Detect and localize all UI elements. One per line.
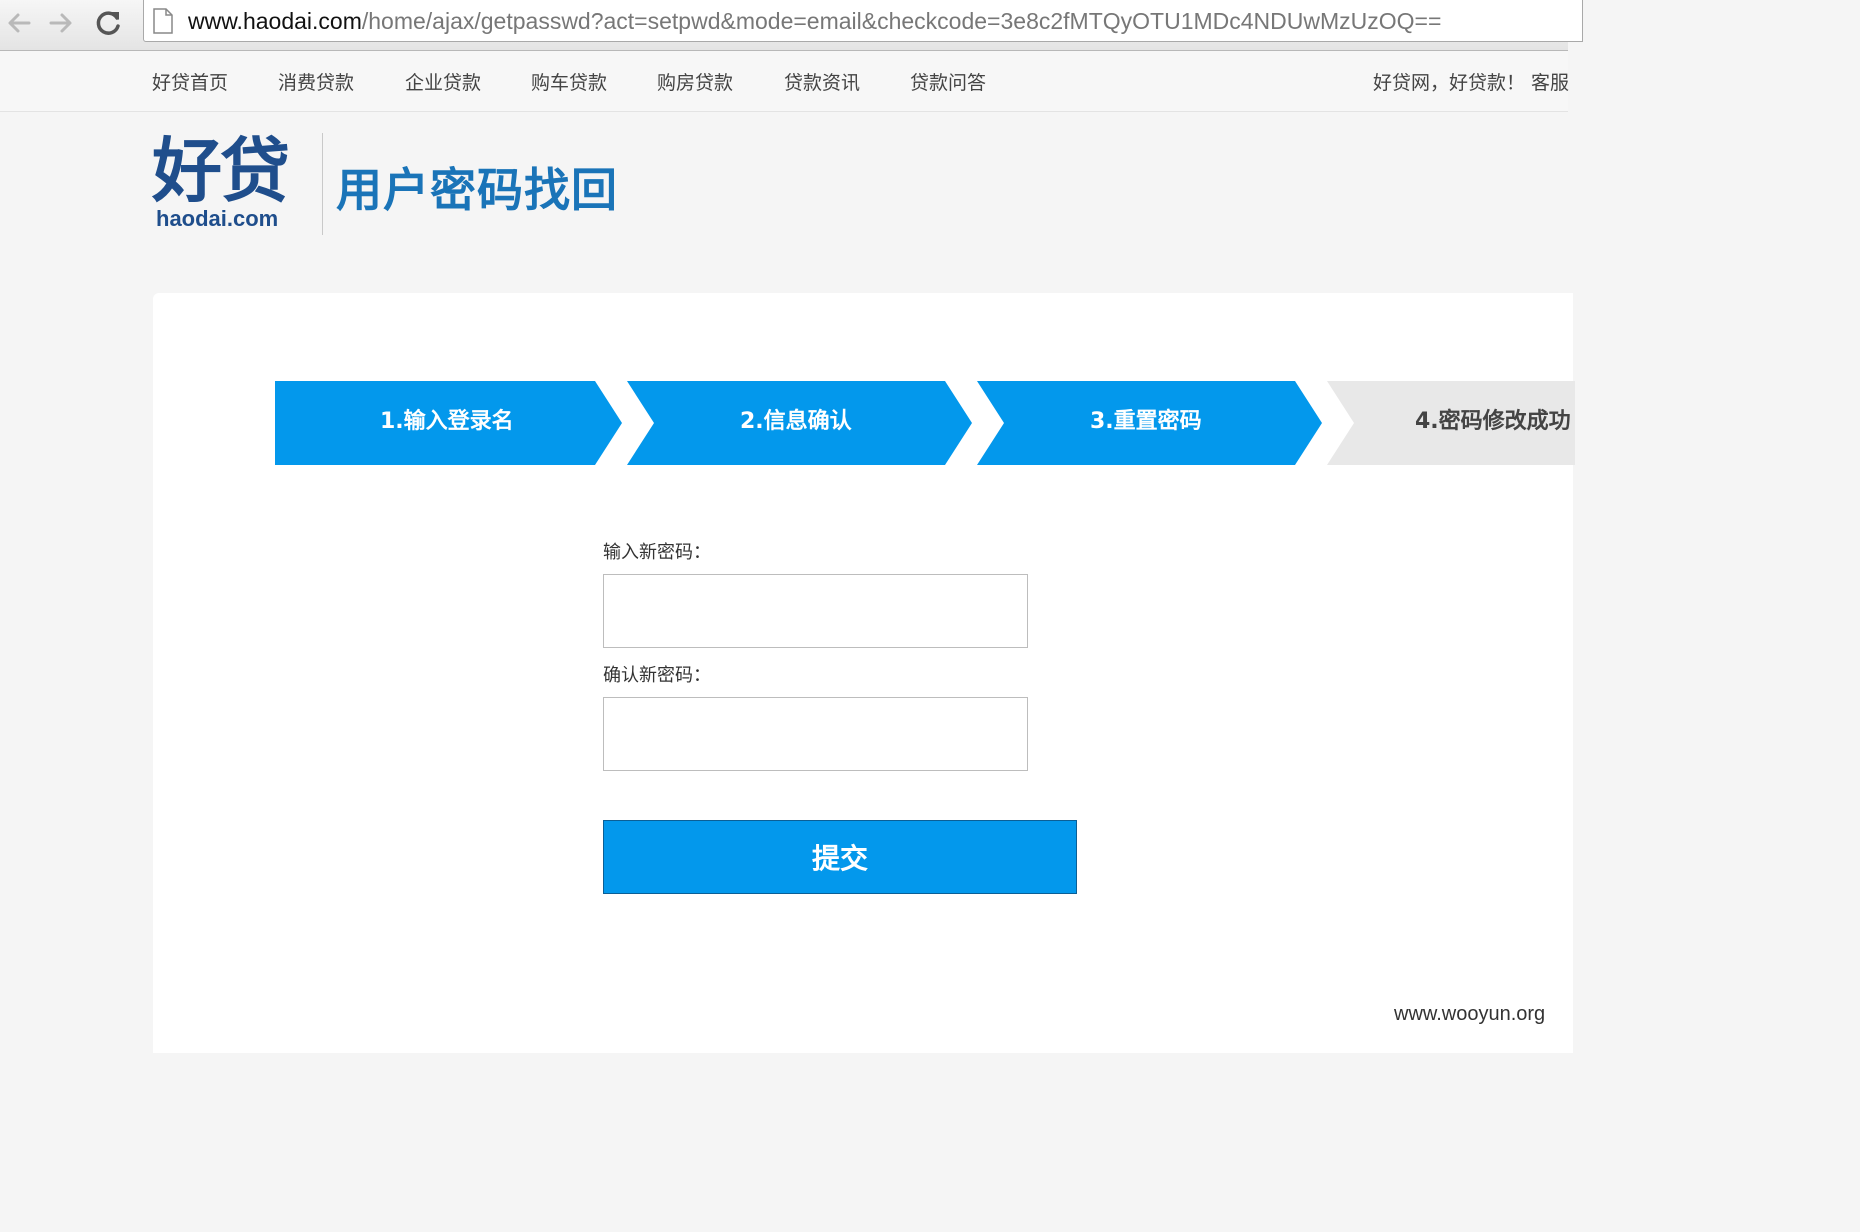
nav-link-mortgage[interactable]: 购房贷款 <box>657 68 733 95</box>
url-host: www.haodai.com <box>188 8 362 34</box>
submit-button[interactable]: 提交 <box>603 820 1077 894</box>
header-divider <box>322 133 323 235</box>
watermark-text: www.wooyun.org <box>1394 1003 1546 1025</box>
new-password-input[interactable] <box>603 574 1028 648</box>
back-arrow-icon[interactable] <box>2 6 36 40</box>
nav-link-business-loan[interactable]: 企业贷款 <box>405 68 481 95</box>
slogan-text: 好贷网，好贷款！ 客服 <box>1373 72 1570 94</box>
confirm-password-input[interactable] <box>603 697 1028 771</box>
step-4-label: 4.密码修改成功 <box>1415 409 1571 434</box>
step-1-label: 1.输入登录名 <box>380 409 514 434</box>
progress-steps: 1.输入登录名 2.信息确认 3.重置密码 4.密码修改成功 <box>275 381 1575 467</box>
logo-domain: haodai.com <box>156 206 279 231</box>
new-password-label: 输入新密码： <box>603 542 711 563</box>
forward-arrow-icon[interactable] <box>44 6 78 40</box>
site-top-nav: 好贷首页 消费贷款 企业贷款 购车贷款 购房贷款 贷款资讯 贷款问答 好贷网，好… <box>0 51 1570 112</box>
reload-icon[interactable] <box>92 6 126 40</box>
nav-link-consumer-loan[interactable]: 消费贷款 <box>278 68 354 95</box>
url-text: www.haodai.com/home/ajax/getpasswd?act=s… <box>188 8 1441 34</box>
url-path: /home/ajax/getpasswd?act=setpwd&mode=ema… <box>361 8 1442 34</box>
step-3-label: 3.重置密码 <box>1090 409 1202 434</box>
nav-link-loan-qa[interactable]: 贷款问答 <box>910 68 986 95</box>
nav-link-home[interactable]: 好贷首页 <box>152 68 228 95</box>
confirm-password-label: 确认新密码： <box>603 665 711 686</box>
nav-link-car-loan[interactable]: 购车贷款 <box>531 68 607 95</box>
address-bar[interactable]: www.haodai.com/home/ajax/getpasswd?act=s… <box>143 0 1583 42</box>
browser-toolbar: www.haodai.com/home/ajax/getpasswd?act=s… <box>0 0 1583 51</box>
page-icon <box>153 8 173 38</box>
page-title: 用户密码找回 <box>336 163 618 217</box>
logo[interactable]: 好贷 <box>152 133 290 209</box>
step-2-label: 2.信息确认 <box>740 409 852 434</box>
nav-link-loan-news[interactable]: 贷款资讯 <box>784 68 860 95</box>
